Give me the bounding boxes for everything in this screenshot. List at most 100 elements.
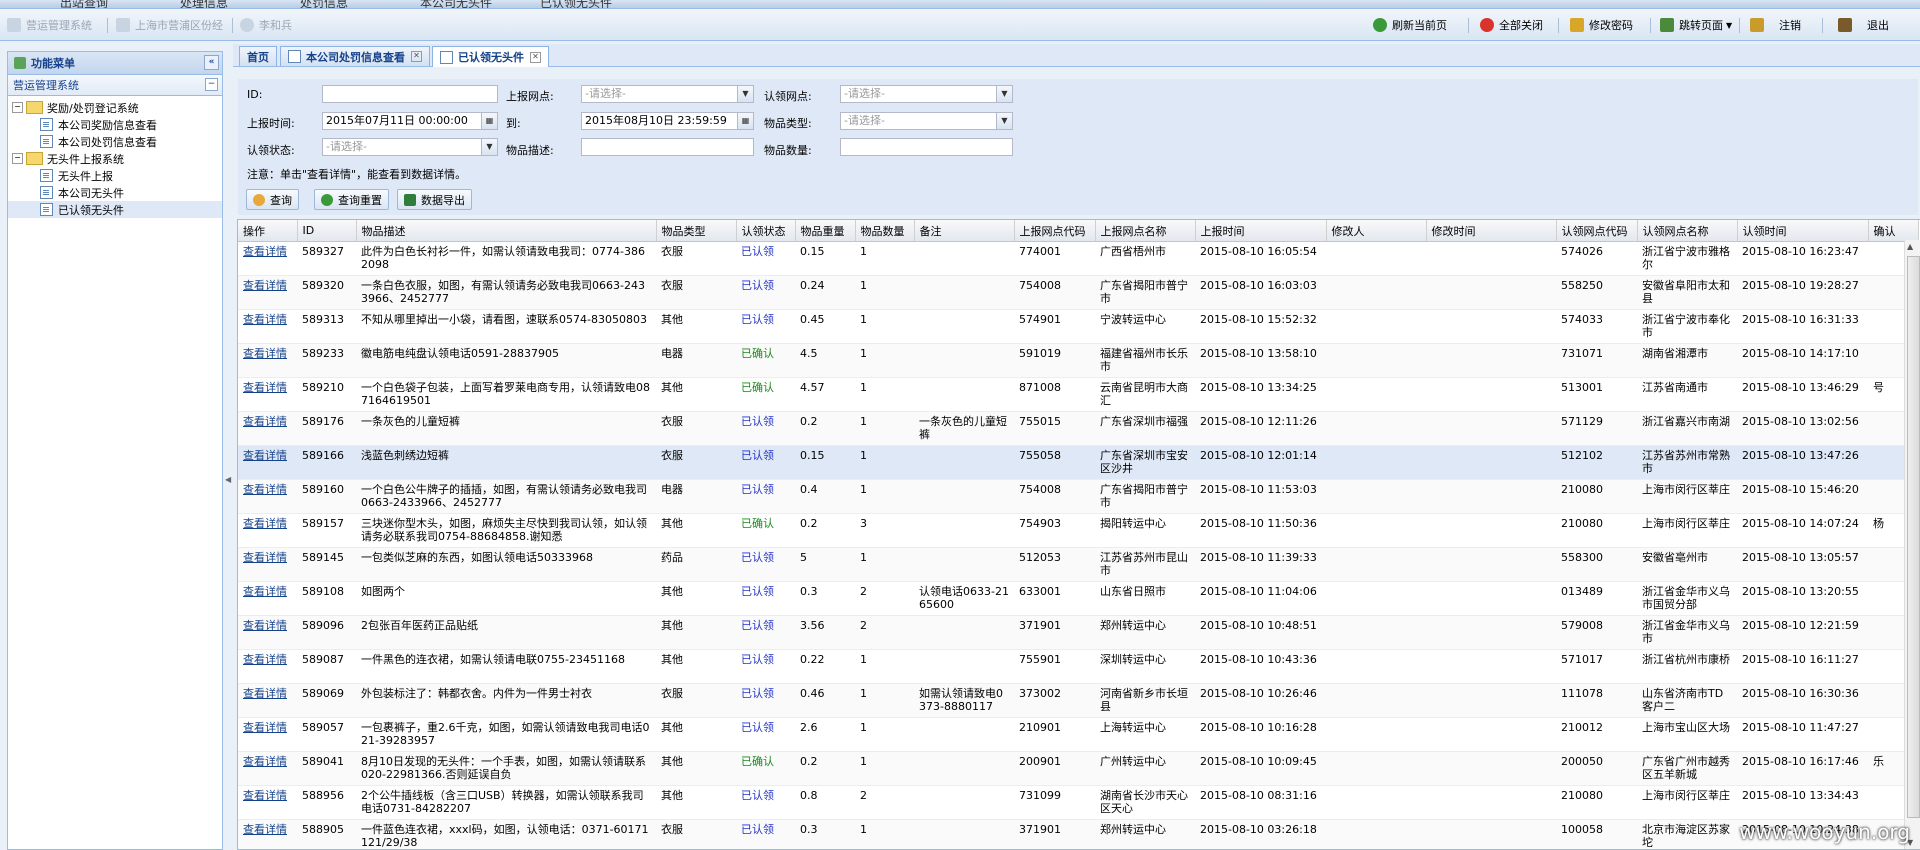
column-header[interactable]: 确认 (1868, 220, 1918, 242)
top-menu-item[interactable]: 出站查询 (60, 0, 108, 9)
scrollbar-thumb[interactable] (1907, 256, 1920, 818)
column-header[interactable]: 操作 (238, 220, 297, 242)
report-time-to-field[interactable]: 2015年08月10日 23:59:59▦ (581, 112, 754, 130)
reset-query-button[interactable]: 查询重置 (314, 189, 389, 210)
view-details-link[interactable]: 查看详情 (243, 687, 287, 700)
org-button[interactable]: 上海市营浦区份经 (116, 16, 223, 34)
view-details-link[interactable]: 查看详情 (243, 653, 287, 666)
chevron-down-icon[interactable]: ▼ (737, 86, 753, 102)
column-header[interactable]: 物品重量 (795, 220, 855, 242)
view-details-link[interactable]: 查看详情 (243, 483, 287, 496)
id-input[interactable] (322, 85, 498, 103)
tree-item-report-unclaimed[interactable]: 无头件上报 (8, 167, 222, 184)
user-button[interactable]: 李和兵 (240, 16, 292, 34)
table-row[interactable]: 查看详情589087一件黑色的连衣裙，如需认领请电联0755-23451168其… (238, 650, 1918, 684)
view-details-link[interactable]: 查看详情 (243, 313, 287, 326)
collapse-toggle-icon[interactable]: − (12, 102, 23, 113)
collapse-section-button[interactable]: − (205, 78, 218, 91)
claim-status-select[interactable]: -请选择-▼ (322, 138, 498, 156)
tab-penalty-info[interactable]: 本公司处罚信息查看✕ (280, 46, 430, 66)
item-desc-input[interactable] (581, 138, 754, 156)
view-details-link[interactable]: 查看详情 (243, 789, 287, 802)
column-header[interactable]: 修改人 (1326, 220, 1426, 242)
table-row[interactable]: 查看详情589108如图两个其他已认领0.32认领电话0633-21656006… (238, 582, 1918, 616)
collapse-sidebar-button[interactable]: « (204, 55, 219, 70)
sidebar-splitter[interactable]: ◀ (224, 51, 230, 848)
item-qty-input[interactable] (840, 138, 1013, 156)
chevron-down-icon[interactable]: ▼ (481, 139, 497, 155)
table-row[interactable]: 查看详情589320一条白色衣服，如图，有需认领请务必致电我司0663-2433… (238, 276, 1918, 310)
claim-site-select[interactable]: -请选择-▼ (840, 85, 1013, 103)
table-row[interactable]: 查看详情589176一条灰色的儿童短裤衣服已认领0.21一条灰色的儿童短裤755… (238, 412, 1918, 446)
close-tab-icon[interactable]: ✕ (411, 51, 422, 62)
view-details-link[interactable]: 查看详情 (243, 449, 287, 462)
tree-item-company-unclaimed[interactable]: 本公司无头件 (8, 184, 222, 201)
column-header[interactable]: 物品数量 (855, 220, 914, 242)
exit-button[interactable]: 退出 (1838, 16, 1889, 34)
calendar-icon[interactable]: ▦ (737, 113, 753, 129)
top-menu-item[interactable]: 本公司无头件 (420, 0, 492, 9)
close-all-button[interactable]: 全部关闭 (1480, 16, 1543, 34)
column-header[interactable]: 物品类型 (656, 220, 736, 242)
table-row[interactable]: 查看详情588905一件蓝色连衣裙，xxxl码，如图，认领电话：0371-601… (238, 820, 1918, 850)
table-row[interactable]: 查看详情589233徽电筋电纯盘认领电话0591-28837905电器已确认4.… (238, 344, 1918, 378)
column-header[interactable]: 修改时间 (1426, 220, 1556, 242)
tree-folder-rewards[interactable]: −奖励/处罚登记系统 (8, 99, 222, 116)
column-header[interactable]: 上报时间 (1195, 220, 1326, 242)
tree-item-claimed-unclaimed[interactable]: 已认领无头件 (8, 201, 222, 218)
column-header[interactable]: 认领状态 (736, 220, 795, 242)
view-details-link[interactable]: 查看详情 (243, 619, 287, 632)
chevron-down-icon[interactable]: ▼ (996, 86, 1012, 102)
chevron-down-icon[interactable]: ▼ (996, 113, 1012, 129)
table-row[interactable]: 查看详情589166浅蓝色刺绣边短裤衣服已认领0.151755058广东省深圳市… (238, 446, 1918, 480)
view-details-link[interactable]: 查看详情 (243, 415, 287, 428)
collapse-toggle-icon[interactable]: − (12, 153, 23, 164)
home-system-button[interactable]: 营运管理系统 (7, 16, 92, 34)
tree-item-reward-info[interactable]: 本公司奖励信息查看 (8, 116, 222, 133)
view-details-link[interactable]: 查看详情 (243, 585, 287, 598)
column-header[interactable]: 认领时间 (1737, 220, 1868, 242)
tab-claimed-unclaimed[interactable]: 已认领无头件✕ (432, 46, 549, 67)
view-details-link[interactable]: 查看详情 (243, 551, 287, 564)
column-header[interactable]: 物品描述 (356, 220, 656, 242)
view-details-link[interactable]: 查看详情 (243, 245, 287, 258)
table-row[interactable]: 查看详情589160一个白色公牛牌子的插插，如图，有需认领请务必致电我司0663… (238, 480, 1918, 514)
refresh-page-button[interactable]: 刷新当前页 (1373, 16, 1447, 34)
column-header[interactable]: 备注 (914, 220, 1014, 242)
system-accordion-header[interactable]: 营运管理系统 − (8, 75, 222, 96)
top-menu-item[interactable]: 处理信息 (180, 0, 228, 9)
logout-button[interactable]: 注销 (1750, 16, 1801, 34)
change-password-button[interactable]: 修改密码 (1570, 16, 1633, 34)
table-row[interactable]: 查看详情5890418月10日发现的无头件：一个手表，如图，如需认领请联系020… (238, 752, 1918, 786)
item-type-select[interactable]: -请选择-▼ (840, 112, 1013, 130)
close-tab-icon[interactable]: ✕ (530, 52, 541, 63)
view-details-link[interactable]: 查看详情 (243, 347, 287, 360)
vertical-scrollbar[interactable]: ▲ ▼ (1904, 240, 1920, 849)
calendar-icon[interactable]: ▦ (481, 113, 497, 129)
table-row[interactable]: 查看详情589157三块迷你型木头，如图，麻烦失主尽快到我司认领，如认领请务必联… (238, 514, 1918, 548)
view-details-link[interactable]: 查看详情 (243, 721, 287, 734)
view-details-link[interactable]: 查看详情 (243, 381, 287, 394)
column-header[interactable]: 上报网点名称 (1095, 220, 1195, 242)
column-header[interactable]: ID (297, 220, 356, 242)
table-row[interactable]: 查看详情5890962包张百年医药正品贴纸其他已认领3.562371901郑州转… (238, 616, 1918, 650)
report-site-select[interactable]: -请选择-▼ (581, 85, 754, 103)
view-details-link[interactable]: 查看详情 (243, 517, 287, 530)
top-menu-item[interactable]: 处罚信息 (300, 0, 348, 9)
query-button[interactable]: 查询 (246, 189, 299, 210)
report-time-from-field[interactable]: 2015年07月11日 00:00:00▦ (322, 112, 498, 130)
table-row[interactable]: 查看详情589069外包装标注了：韩都衣舍。内件为一件男士衬衣衣服已认领0.46… (238, 684, 1918, 718)
table-row[interactable]: 查看详情589145一包类似芝麻的东西，如图认领电话50333968药品已认领5… (238, 548, 1918, 582)
column-header[interactable]: 上报网点代码 (1014, 220, 1095, 242)
view-details-link[interactable]: 查看详情 (243, 279, 287, 292)
view-details-link[interactable]: 查看详情 (243, 823, 287, 836)
top-menu-item[interactable]: 已认领无头件 (540, 0, 612, 9)
table-row[interactable]: 查看详情5889562个公牛插线板（含三口USB）转换器，如需认领联系我司电话0… (238, 786, 1918, 820)
tab-home[interactable]: 首页 (239, 46, 277, 66)
scroll-up-icon[interactable]: ▲ (1907, 242, 1913, 251)
export-button[interactable]: 数据导出 (397, 189, 472, 210)
table-row[interactable]: 查看详情589313不知从哪里掉出一小袋，请看图，速联系0574-8305080… (238, 310, 1918, 344)
tree-folder-unclaimed[interactable]: −无头件上报系统 (8, 150, 222, 167)
column-header[interactable]: 认领网点名称 (1637, 220, 1737, 242)
column-header[interactable]: 认领网点代码 (1556, 220, 1637, 242)
